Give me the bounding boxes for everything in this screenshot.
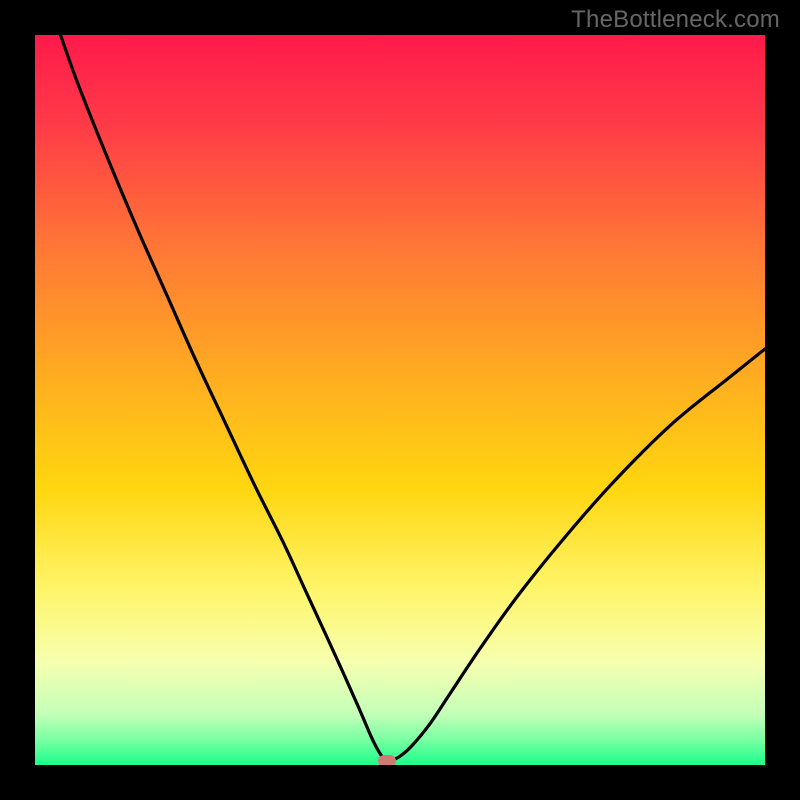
- optimal-point-marker: [378, 755, 396, 765]
- gradient-background: [35, 35, 765, 765]
- chart-frame: TheBottleneck.com: [0, 0, 800, 800]
- watermark-text: TheBottleneck.com: [571, 6, 780, 34]
- plot-area: [35, 35, 765, 765]
- chart-svg: [35, 35, 765, 765]
